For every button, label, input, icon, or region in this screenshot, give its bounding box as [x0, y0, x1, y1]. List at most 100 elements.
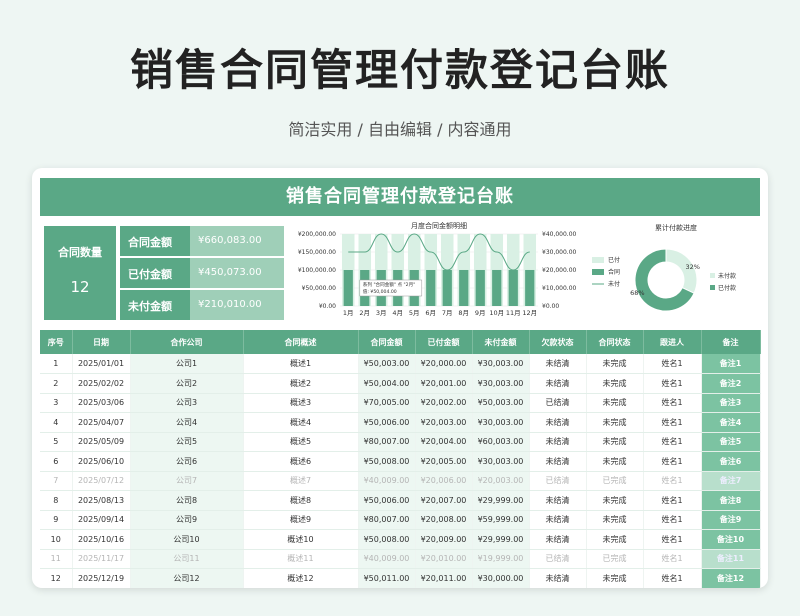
table-cell[interactable]: 公司6: [130, 451, 244, 472]
table-cell[interactable]: ¥30,000.00: [472, 568, 530, 588]
table-cell[interactable]: 备注7: [701, 471, 761, 491]
table-cell[interactable]: ¥20,004.00: [415, 432, 473, 452]
table-cell[interactable]: 姓名1: [643, 451, 702, 472]
table-cell[interactable]: ¥20,001.00: [415, 373, 473, 394]
table-cell[interactable]: 未完成: [586, 412, 644, 433]
table-cell[interactable]: 未完成: [586, 490, 644, 511]
table-cell[interactable]: 姓名1: [643, 471, 702, 491]
table-cell[interactable]: 姓名1: [643, 412, 702, 433]
table-row[interactable]: 11 2025/11/17 公司11 概述11 ¥40,009.00 ¥20,010.00…: [40, 549, 761, 569]
table-cell[interactable]: 未结清: [529, 432, 587, 452]
table-cell[interactable]: 2025/01/01: [72, 354, 131, 374]
table-row[interactable]: 7 2025/07/12 公司7 概述7 ¥40,009.00 ¥20,006.00 ¥20…: [40, 471, 761, 491]
table-cell[interactable]: ¥80,007.00: [358, 510, 416, 530]
table-cell[interactable]: 未完成: [586, 451, 644, 472]
table-cell[interactable]: 6: [40, 451, 73, 472]
column-header[interactable]: 合同金额: [358, 330, 416, 354]
table-row[interactable]: 12 2025/12/19 公司12 概述12 ¥50,011.00 ¥20,011.00…: [40, 568, 761, 588]
table-cell[interactable]: 2025/03/06: [72, 393, 131, 413]
table-cell[interactable]: 2025/11/17: [72, 549, 131, 569]
table-cell[interactable]: 2025/10/16: [72, 529, 131, 550]
table-cell[interactable]: ¥50,006.00: [358, 412, 416, 433]
table-cell[interactable]: 姓名1: [643, 510, 702, 530]
table-cell[interactable]: 姓名1: [643, 432, 702, 452]
table-cell[interactable]: ¥40,009.00: [358, 471, 416, 491]
column-header[interactable]: 已付金额: [415, 330, 473, 354]
column-header[interactable]: 未付金额: [472, 330, 530, 354]
table-cell[interactable]: 未结清: [529, 354, 587, 374]
table-cell[interactable]: 2: [40, 373, 73, 394]
table-cell[interactable]: ¥50,003.00: [358, 354, 416, 374]
table-cell[interactable]: 备注1: [701, 354, 761, 374]
table-cell[interactable]: 概述6: [243, 451, 359, 472]
table-cell[interactable]: 已结清: [529, 549, 587, 569]
table-cell[interactable]: 概述5: [243, 432, 359, 452]
table-cell[interactable]: 公司9: [130, 510, 244, 530]
column-header[interactable]: 日期: [72, 330, 131, 354]
table-cell[interactable]: 未结清: [529, 529, 587, 550]
table-cell[interactable]: 2025/02/02: [72, 373, 131, 394]
table-row[interactable]: 3 2025/03/06 公司3 概述3 ¥70,005.00 ¥20,002.00 ¥50…: [40, 393, 761, 413]
column-header[interactable]: 序号: [40, 330, 73, 354]
table-cell[interactable]: 姓名1: [643, 373, 702, 394]
table-cell[interactable]: 概述4: [243, 412, 359, 433]
table-cell[interactable]: 5: [40, 432, 73, 452]
table-cell[interactable]: 3: [40, 393, 73, 413]
table-cell[interactable]: 公司5: [130, 432, 244, 452]
table-cell[interactable]: 姓名1: [643, 568, 702, 588]
table-cell[interactable]: 姓名1: [643, 549, 702, 569]
table-cell[interactable]: ¥20,010.00: [415, 549, 473, 569]
table-cell[interactable]: ¥20,006.00: [415, 471, 473, 491]
table-row[interactable]: 5 2025/05/09 公司5 概述5 ¥80,007.00 ¥20,004.00 ¥60…: [40, 432, 761, 452]
table-cell[interactable]: 概述2: [243, 373, 359, 394]
column-header[interactable]: 备注: [701, 330, 761, 354]
table-cell[interactable]: 概述8: [243, 490, 359, 511]
table-row[interactable]: 2 2025/02/02 公司2 概述2 ¥50,004.00 ¥20,001.00 ¥30…: [40, 373, 761, 394]
table-cell[interactable]: 8: [40, 490, 73, 511]
table-cell[interactable]: ¥29,999.00: [472, 490, 530, 511]
table-cell[interactable]: ¥20,000.00: [415, 354, 473, 374]
table-cell[interactable]: 备注9: [701, 510, 761, 530]
table-cell[interactable]: 姓名1: [643, 529, 702, 550]
table-cell[interactable]: 公司11: [130, 549, 244, 569]
table-cell[interactable]: 概述11: [243, 549, 359, 569]
table-cell[interactable]: ¥30,003.00: [472, 373, 530, 394]
table-row[interactable]: 4 2025/04/07 公司4 概述4 ¥50,006.00 ¥20,003.00 ¥30…: [40, 412, 761, 433]
table-cell[interactable]: ¥50,004.00: [358, 373, 416, 394]
table-cell[interactable]: 未结清: [529, 373, 587, 394]
table-cell[interactable]: 公司12: [130, 568, 244, 588]
table-cell[interactable]: ¥30,003.00: [472, 354, 530, 374]
table-row[interactable]: 8 2025/08/13 公司8 概述8 ¥50,006.00 ¥20,007.00 ¥29…: [40, 490, 761, 511]
table-cell[interactable]: 备注5: [701, 432, 761, 452]
column-header[interactable]: 跟进人: [643, 330, 702, 354]
table-cell[interactable]: 备注12: [701, 568, 761, 588]
table-row[interactable]: 1 2025/01/01 公司1 概述1 ¥50,003.00 ¥20,000.00 ¥30…: [40, 354, 761, 374]
column-header[interactable]: 合同状态: [586, 330, 644, 354]
table-cell[interactable]: ¥59,999.00: [472, 510, 530, 530]
table-cell[interactable]: 公司4: [130, 412, 244, 433]
table-cell[interactable]: 4: [40, 412, 73, 433]
table-cell[interactable]: 公司10: [130, 529, 244, 550]
table-cell[interactable]: 备注10: [701, 529, 761, 550]
table-row[interactable]: 9 2025/09/14 公司9 概述9 ¥80,007.00 ¥20,008.00 ¥59…: [40, 510, 761, 530]
table-cell[interactable]: 已完成: [586, 471, 644, 491]
table-cell[interactable]: ¥50,003.00: [472, 393, 530, 413]
table-cell[interactable]: 概述7: [243, 471, 359, 491]
table-cell[interactable]: 未结清: [529, 412, 587, 433]
table-cell[interactable]: ¥70,005.00: [358, 393, 416, 413]
table-cell[interactable]: 10: [40, 529, 73, 550]
table-cell[interactable]: 1: [40, 354, 73, 374]
table-cell[interactable]: ¥20,011.00: [415, 568, 473, 588]
table-cell[interactable]: 姓名1: [643, 393, 702, 413]
table-cell[interactable]: 未完成: [586, 432, 644, 452]
table-cell[interactable]: 未完成: [586, 373, 644, 394]
table-cell[interactable]: 9: [40, 510, 73, 530]
table-cell[interactable]: ¥50,008.00: [358, 529, 416, 550]
table-cell[interactable]: 公司8: [130, 490, 244, 511]
table-cell[interactable]: 未结清: [529, 490, 587, 511]
table-cell[interactable]: 姓名1: [643, 490, 702, 511]
table-cell[interactable]: 已结清: [529, 471, 587, 491]
table-cell[interactable]: 7: [40, 471, 73, 491]
table-cell[interactable]: 未完成: [586, 529, 644, 550]
table-cell[interactable]: 备注4: [701, 412, 761, 433]
